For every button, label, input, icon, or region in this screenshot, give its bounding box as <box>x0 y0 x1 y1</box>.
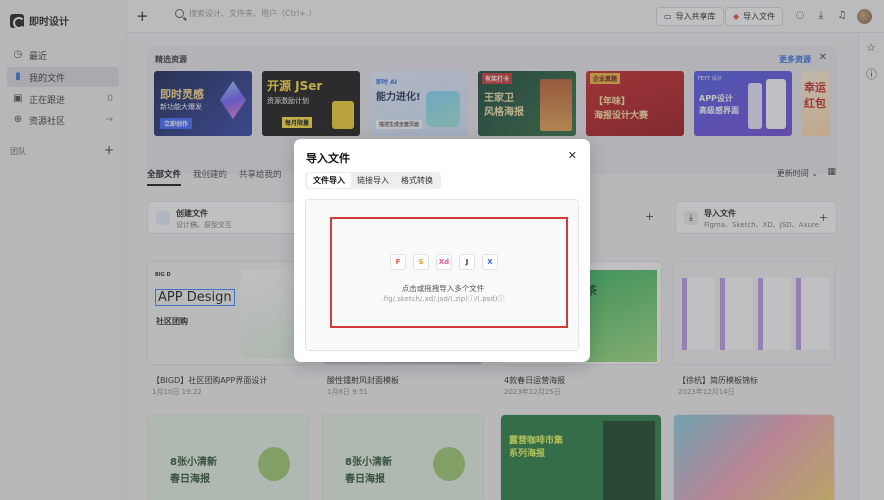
dialog-tabs: 文件导入 链接导入 格式转换 <box>305 172 441 189</box>
tab-format-convert[interactable]: 格式转换 <box>395 173 439 188</box>
sketch-icon: S <box>413 254 429 270</box>
dropzone-highlight <box>330 217 568 328</box>
close-icon[interactable]: ✕ <box>568 149 577 162</box>
tab-file-import[interactable]: 文件导入 <box>307 173 351 188</box>
file-dropzone[interactable]: F S Xd J X 点击或拖拽导入多个文件 .fig/.sketch/.xd/… <box>305 199 579 351</box>
dropzone-text: 点击或拖拽导入多个文件 <box>401 284 485 293</box>
xd-icon: Xd <box>436 254 452 270</box>
figma-icon: F <box>390 254 406 270</box>
tab-link-import[interactable]: 链接导入 <box>351 173 395 188</box>
format-icons: F S Xd J X <box>390 254 498 270</box>
import-file-dialog: 导入文件 ✕ 文件导入 链接导入 格式转换 F S Xd J X 点击或拖拽导入… <box>294 139 590 362</box>
jsd-icon: J <box>459 254 475 270</box>
axure-icon: X <box>482 254 498 270</box>
dialog-title: 导入文件 <box>306 152 350 165</box>
supported-formats: .fig/.sketch/.xd/.jsd/(.zip)ⓘ/(.psd)ⓘ <box>381 295 505 303</box>
